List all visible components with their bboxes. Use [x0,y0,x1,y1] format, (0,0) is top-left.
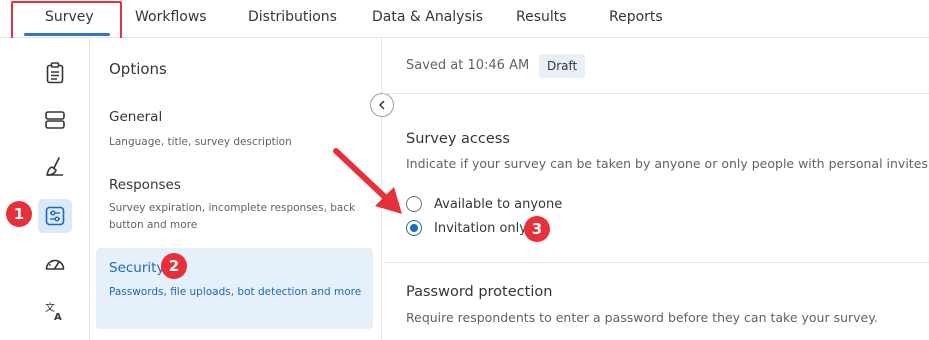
rail-item-clipboard[interactable] [41,59,69,87]
tab-workflows[interactable]: Workflows [135,9,207,25]
section-divider [383,262,929,263]
gauge-icon [45,259,65,270]
collapse-panel-button[interactable] [370,93,394,117]
top-tab-bar: Survey Workflows Distributions Data & An… [0,0,929,38]
translate-icon: 文 A [45,301,62,322]
chevron-left-icon [379,100,385,110]
option-responses-label: Responses [109,177,181,193]
option-general-label: General [109,109,163,125]
radio-available-to-anyone-label[interactable]: Available to anyone [434,197,562,212]
option-security-label: Security [109,260,165,276]
rail-item-gauge[interactable] [41,250,69,278]
rail-item-layout[interactable] [41,106,69,134]
layout-icon [45,111,65,129]
header-divider [383,93,929,94]
annotation-marker-2: 2 [161,253,187,279]
password-protection-description: Require respondents to enter a password … [406,310,878,325]
options-title: Options [109,60,167,78]
password-protection-title: Password protection [406,284,553,300]
rail-item-translate[interactable]: 文 A [41,297,69,325]
radio-invitation-only-button[interactable] [406,220,422,236]
clipboard-icon [46,62,64,84]
annotation-arrow [333,148,402,214]
survey-access-description: Indicate if your survey can be taken by … [406,156,929,171]
option-responses-description: Survey expiration, incomplete responses,… [109,202,356,231]
tab-reports[interactable]: Reports [609,9,663,25]
tab-data-analysis[interactable]: Data & Analysis [372,9,483,25]
draft-badge: Draft [539,54,586,78]
tab-distributions[interactable]: Distributions [248,9,337,25]
radio-invitation-only[interactable]: Invitation only [406,220,527,236]
option-security-description: Passwords, file uploads, bot detection a… [109,286,362,298]
annotation-marker-1: 1 [6,201,32,227]
radio-invitation-only-label[interactable]: Invitation only [434,221,527,236]
svg-text:A: A [54,312,62,322]
radio-available-to-anyone[interactable]: Available to anyone [406,196,562,212]
rail-item-brush[interactable] [41,153,69,181]
sliders-icon [45,206,65,226]
saved-status: Saved at 10:46 AM [406,58,530,73]
tab-results[interactable]: Results [516,9,567,25]
survey-access-title: Survey access [406,131,510,147]
rail-item-survey-options[interactable] [38,199,72,233]
option-security[interactable]: Security Passwords, file uploads, bot de… [96,248,373,329]
icon-rail: 文 A [0,38,90,340]
option-general-description: Language, title, survey description [109,136,292,148]
brush-icon [46,157,63,176]
annotation-marker-3: 3 [524,216,550,242]
